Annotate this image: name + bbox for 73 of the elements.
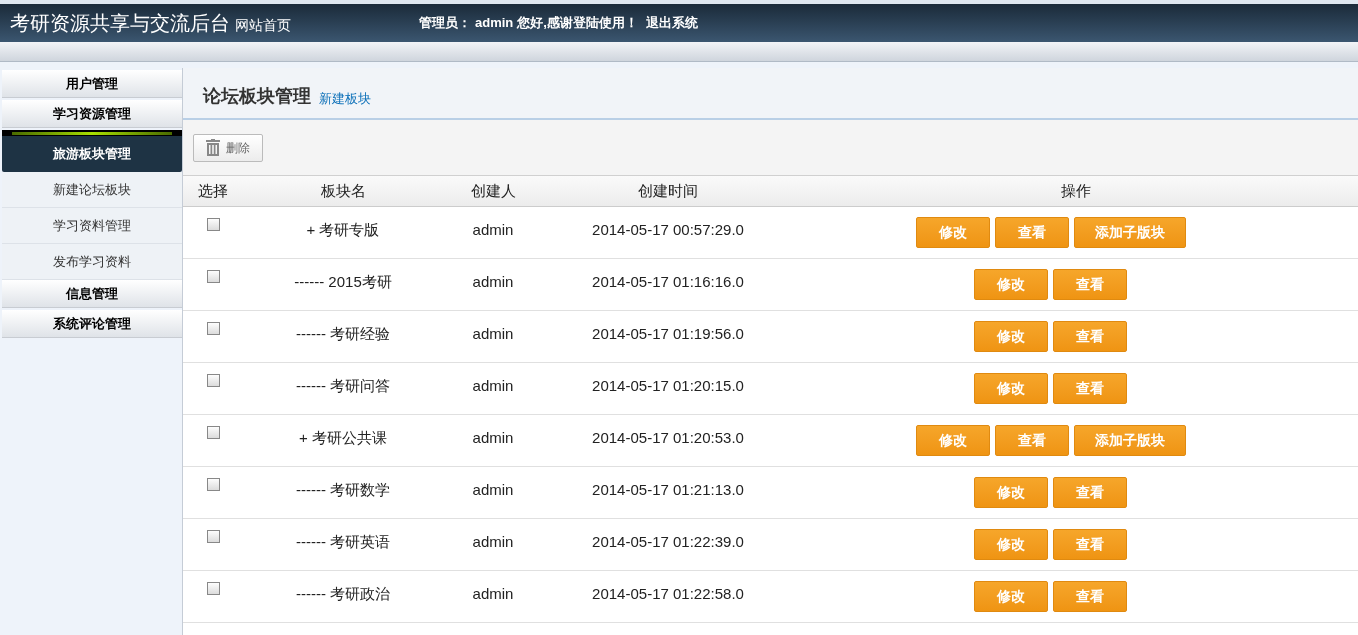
creator-name: admin — [472, 220, 514, 240]
logout-link[interactable]: 退出系统 — [645, 13, 698, 33]
action-button[interactable]: 添加子版块 — [1073, 217, 1186, 248]
board-name: + 考研公共课 — [299, 428, 387, 448]
row-checkbox[interactable] — [206, 374, 220, 387]
creator-name: admin — [472, 324, 514, 344]
sidebar-link[interactable]: 新建论坛板块 — [2, 172, 182, 208]
action-button[interactable]: 查看 — [994, 425, 1069, 456]
row-checkbox[interactable] — [206, 270, 220, 283]
action-button[interactable]: 修改 — [974, 477, 1048, 508]
creator-name: admin — [472, 376, 514, 396]
action-button[interactable]: 添加子版块 — [1073, 425, 1186, 456]
action-button[interactable]: 修改 — [915, 217, 990, 248]
action-button[interactable]: 修改 — [974, 373, 1048, 404]
column-header: 操作 — [1060, 180, 1091, 201]
site-title: 考研资源共享与交流后台 — [10, 11, 230, 36]
created-time: 2014-05-17 01:22:58.0 — [592, 584, 744, 604]
row-checkbox[interactable] — [206, 530, 220, 543]
action-button[interactable]: 查看 — [1053, 321, 1127, 352]
sidebar-link[interactable]: 发布学习资料 — [2, 244, 182, 280]
created-time: 2014-05-17 01:21:13.0 — [592, 480, 744, 500]
board-name: + 考研专版 — [306, 220, 380, 240]
sidebar-link[interactable]: 学习资料管理 — [2, 208, 182, 244]
board-name: ------ 考研数学 — [295, 480, 391, 500]
column-header: 创建时间 — [638, 180, 698, 201]
action-button[interactable]: 查看 — [1053, 581, 1127, 612]
column-header: 创建人 — [470, 180, 516, 201]
action-button[interactable]: 查看 — [994, 217, 1069, 248]
creator-name: admin — [472, 480, 514, 500]
action-button[interactable]: 查看 — [1053, 529, 1127, 560]
board-name: ------ 2015考研 — [294, 272, 392, 292]
page-title: 论坛板块管理 — [203, 85, 311, 108]
column-header: 板块名 — [320, 180, 366, 201]
created-time: 2014-05-17 01:16:16.0 — [592, 272, 744, 292]
sidebar-group[interactable]: 旅游板块管理 — [2, 136, 182, 172]
action-button[interactable]: 修改 — [974, 529, 1048, 560]
row-checkbox[interactable] — [206, 322, 220, 335]
delete-button[interactable]: 删除 — [193, 133, 263, 162]
sidebar-group[interactable]: 用户管理 — [2, 70, 182, 98]
action-button[interactable]: 修改 — [915, 425, 990, 456]
action-button[interactable]: 查看 — [1053, 477, 1127, 508]
board-name: ------ 考研英语 — [295, 532, 391, 552]
board-name: ------ 考研政治 — [295, 584, 391, 604]
creator-name: admin — [472, 272, 514, 292]
new-board-link[interactable]: 新建板块 — [319, 88, 371, 108]
home-link[interactable]: 网站首页 — [235, 14, 291, 36]
action-button[interactable]: 修改 — [974, 269, 1048, 300]
greeting-text: 您好,感谢登陆使用！ — [517, 14, 638, 33]
row-checkbox[interactable] — [206, 218, 220, 231]
created-time: 2014-05-17 01:19:56.0 — [592, 324, 744, 344]
admin-label: 管理员： — [419, 14, 471, 33]
creator-name: admin — [472, 532, 514, 552]
board-name: ------ 考研问答 — [295, 376, 391, 396]
row-checkbox[interactable] — [206, 478, 220, 491]
row-checkbox[interactable] — [206, 426, 220, 439]
action-button[interactable]: 查看 — [1053, 373, 1127, 404]
sidebar-group[interactable]: 学习资源管理 — [2, 100, 182, 128]
created-time: 2014-05-17 00:57:29.0 — [592, 220, 744, 240]
creator-name: admin — [472, 428, 514, 448]
column-header: 选择 — [198, 180, 228, 201]
created-time: 2014-05-17 01:20:15.0 — [592, 376, 744, 396]
action-button[interactable]: 修改 — [974, 321, 1048, 352]
action-button[interactable]: 查看 — [1053, 269, 1127, 300]
trash-icon — [206, 139, 220, 156]
created-time: 2014-05-17 01:22:39.0 — [592, 532, 744, 552]
row-checkbox[interactable] — [206, 582, 220, 595]
sidebar-group[interactable]: 系统评论管理 — [2, 310, 182, 338]
board-name: ------ 考研经验 — [295, 324, 391, 344]
created-time: 2014-05-17 01:20:53.0 — [592, 428, 744, 448]
creator-name: admin — [472, 584, 514, 604]
username: admin — [475, 14, 514, 33]
sidebar-group[interactable]: 信息管理 — [2, 280, 182, 308]
action-button[interactable]: 修改 — [974, 581, 1048, 612]
